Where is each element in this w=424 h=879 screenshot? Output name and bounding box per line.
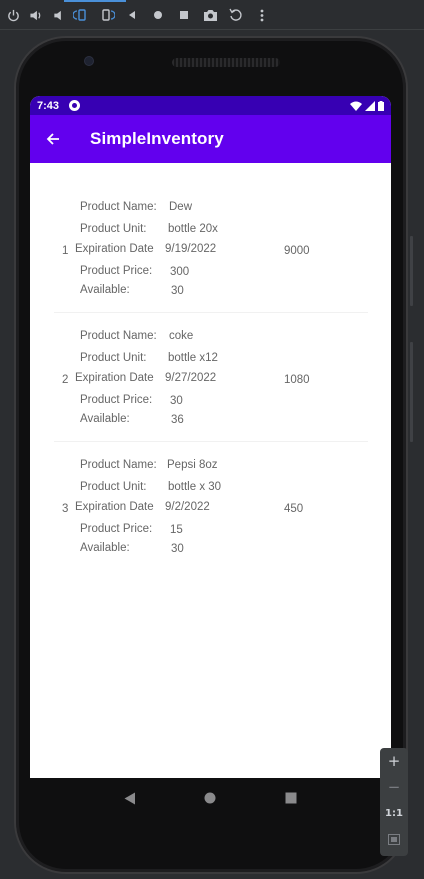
list-item[interactable]: Product Name: coke Product Unit: bottle … (30, 330, 391, 440)
product-name-label: Product Name: (80, 330, 157, 342)
product-name-value: coke (169, 330, 194, 342)
earpiece-speaker (172, 58, 280, 67)
product-unit-value: bottle 20x (168, 223, 218, 235)
zoom-fit-button[interactable] (380, 826, 408, 852)
actual-size-button[interactable]: 1:1 (380, 800, 408, 826)
status-icons (350, 100, 384, 111)
battery-icon (378, 100, 384, 111)
available-label: Available: (80, 284, 130, 296)
triangle-back-icon (124, 792, 136, 804)
product-name-value: Dew (169, 201, 193, 213)
nav-home-button[interactable] (198, 786, 222, 810)
app-notification-icon (69, 100, 81, 111)
expiration-date-value: 9/27/2022 (165, 372, 217, 384)
status-time: 7:43 (37, 99, 60, 112)
volume-up-icon[interactable] (26, 4, 46, 26)
expiration-date-label: Expiration Date (75, 501, 154, 513)
product-price-value: 30 (170, 395, 183, 407)
app-title: SimpleInventory (90, 129, 224, 148)
power-icon[interactable] (3, 4, 23, 26)
available-label: Available: (80, 413, 130, 425)
item-divider (54, 441, 368, 442)
wifi-icon (350, 101, 362, 111)
device-power-button (410, 236, 413, 306)
replay-icon[interactable] (226, 4, 246, 26)
zoom-panel: + − 1:1 (380, 748, 408, 856)
product-price-label: Product Price: (80, 523, 153, 535)
item-index: 3 (62, 503, 69, 515)
toolbar-active-indicator (64, 0, 126, 2)
item-divider (54, 312, 368, 313)
rotate-left-icon[interactable] (70, 4, 90, 26)
item-index: 1 (62, 245, 69, 257)
list-item[interactable]: Product Name: Pepsi 8oz Product Unit: bo… (30, 459, 391, 569)
app-bar: SimpleInventory (30, 115, 391, 163)
emulator-toolbar (0, 0, 424, 30)
status-bar: 7:43 (30, 96, 391, 115)
nav-back-button[interactable] (118, 786, 142, 810)
product-unit-value: bottle x 30 (168, 481, 222, 493)
item-index: 2 (62, 374, 69, 386)
device-volume-button (410, 342, 413, 442)
signal-icon (365, 100, 375, 111)
expiration-date-label: Expiration Date (75, 372, 154, 384)
list-item[interactable]: Product Name: Dew Product Unit: bottle 2… (30, 201, 391, 311)
fit-screen-icon (388, 833, 400, 845)
square-overview-icon (285, 792, 297, 804)
more-icon[interactable] (252, 4, 272, 26)
android-nav-bar (30, 778, 391, 818)
item-total: 9000 (284, 245, 310, 257)
item-total: 450 (284, 503, 304, 515)
product-price-label: Product Price: (80, 394, 153, 406)
available-label: Available: (80, 542, 130, 554)
product-name-label: Product Name: (80, 201, 157, 213)
available-value: 36 (171, 414, 184, 426)
home-icon[interactable] (148, 4, 168, 26)
item-total: 1080 (284, 374, 310, 386)
product-name-value: Pepsi 8oz (167, 459, 218, 471)
product-unit-label: Product Unit: (80, 481, 147, 493)
product-unit-label: Product Unit: (80, 223, 147, 235)
zoom-out-button[interactable]: − (380, 774, 408, 800)
product-price-value: 15 (170, 524, 183, 536)
expiration-date-value: 9/19/2022 (165, 243, 217, 255)
circle-home-icon (204, 792, 216, 804)
nav-overview-button[interactable] (279, 786, 303, 810)
volume-down-icon[interactable] (49, 4, 69, 26)
product-price-label: Product Price: (80, 265, 153, 277)
expiration-date-label: Expiration Date (75, 243, 154, 255)
device-screen: 7:43 SimpleInventory Product Name: Dew P… (30, 96, 391, 778)
product-unit-value: bottle x12 (168, 352, 218, 364)
front-camera (84, 56, 94, 66)
expiration-date-value: 9/2/2022 (165, 501, 210, 513)
arrow-back-icon[interactable] (30, 115, 76, 163)
product-unit-label: Product Unit: (80, 352, 147, 364)
zoom-in-button[interactable]: + (380, 748, 408, 774)
overview-icon[interactable] (174, 4, 194, 26)
rotate-right-icon[interactable] (97, 4, 117, 26)
available-value: 30 (171, 543, 184, 555)
camera-icon[interactable] (200, 4, 220, 26)
available-value: 30 (171, 285, 184, 297)
product-name-label: Product Name: (80, 459, 157, 471)
back-icon[interactable] (122, 4, 142, 26)
product-price-value: 300 (170, 266, 190, 278)
